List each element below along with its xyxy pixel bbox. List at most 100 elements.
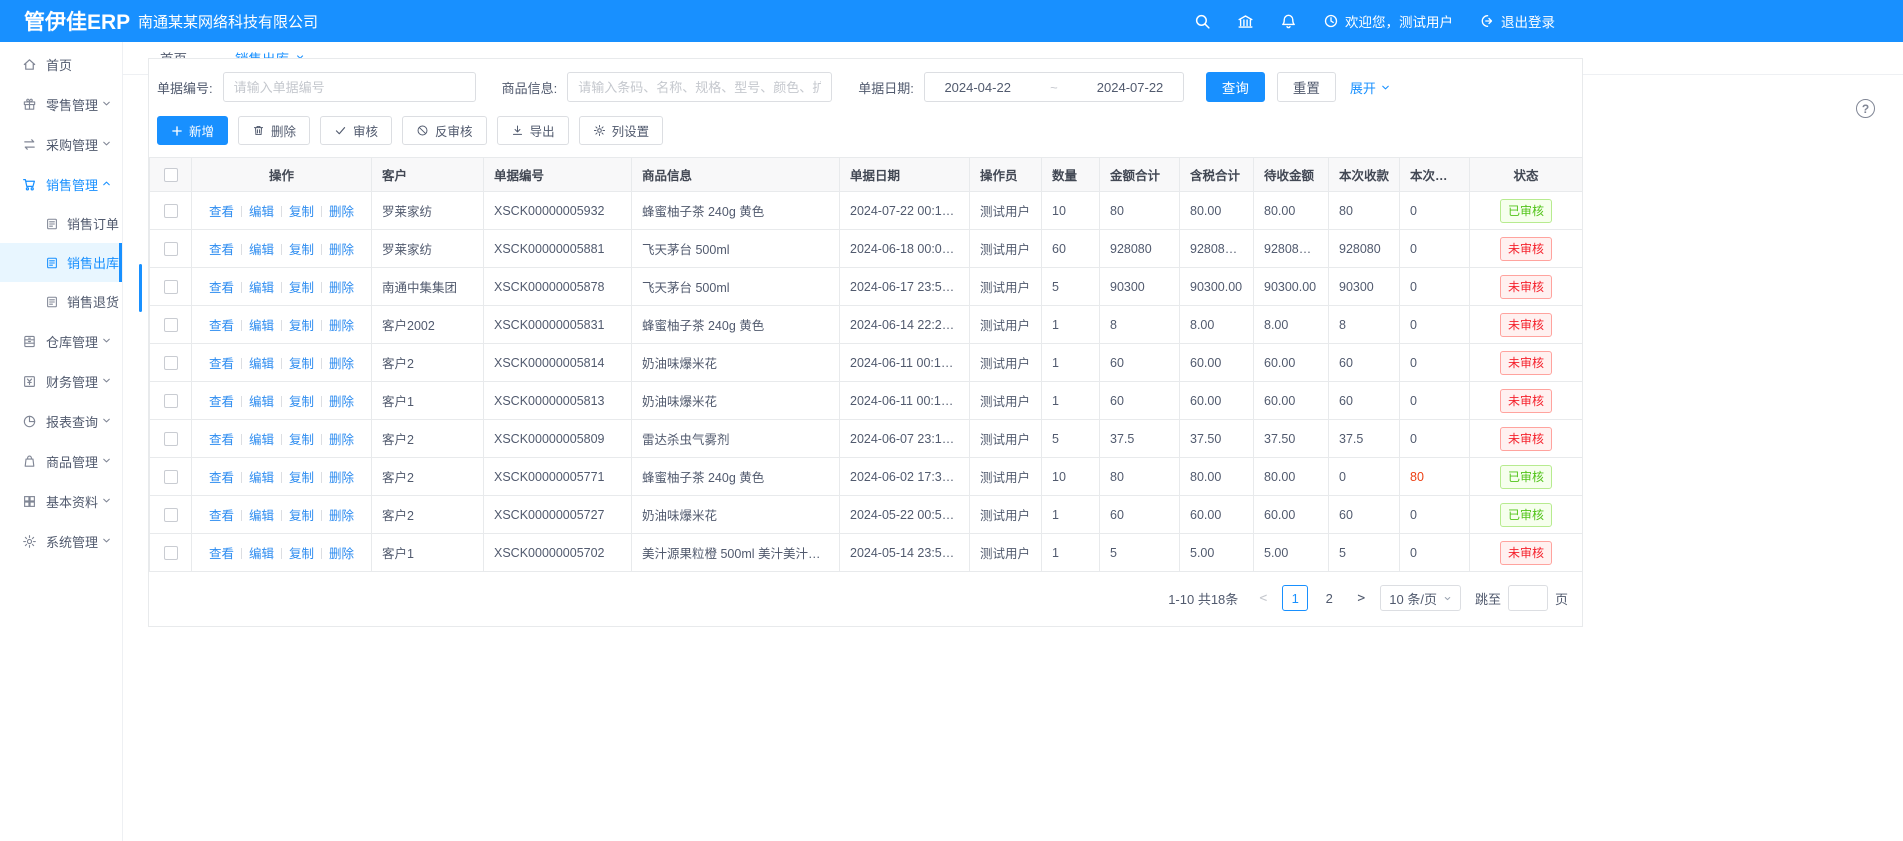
sidebar-item-sales-order[interactable]: 销售订单 [0, 204, 122, 243]
row-action-view[interactable]: 查看 [209, 395, 234, 409]
add-button[interactable]: 新增 [157, 116, 228, 145]
row-action-copy[interactable]: 复制 [289, 471, 314, 485]
row-action-copy[interactable]: 复制 [289, 395, 314, 409]
row-checkbox[interactable] [164, 356, 178, 370]
col-header: 状态 [1470, 158, 1583, 192]
date-range-picker[interactable]: 2024-04-22 ~ 2024-07-22 [924, 72, 1184, 102]
row-action-view[interactable]: 查看 [209, 281, 234, 295]
page-number-1[interactable]: 1 [1282, 585, 1308, 611]
col-header: 本次收款 [1329, 158, 1400, 192]
row-action-view[interactable]: 查看 [209, 509, 234, 523]
row-action-delete[interactable]: 删除 [329, 547, 354, 561]
sidebar-item-reports[interactable]: 报表查询 [0, 401, 122, 441]
row-checkbox[interactable] [164, 242, 178, 256]
chevron-down-icon [101, 374, 112, 389]
search-button[interactable]: 查询 [1206, 72, 1265, 102]
chevron-down-icon [101, 454, 112, 469]
row-action-edit[interactable]: 编辑 [249, 547, 274, 561]
row-action-edit[interactable]: 编辑 [249, 395, 274, 409]
row-action-edit[interactable]: 编辑 [249, 243, 274, 257]
date-end-value[interactable]: 2024-07-22 [1097, 80, 1164, 95]
sidebar-item-retail[interactable]: 零售管理 [0, 84, 122, 124]
row-action-edit[interactable]: 编辑 [249, 319, 274, 333]
row-action-delete[interactable]: 删除 [329, 281, 354, 295]
row-action-copy[interactable]: 复制 [289, 281, 314, 295]
row-action-copy[interactable]: 复制 [289, 243, 314, 257]
row-action-copy[interactable]: 复制 [289, 509, 314, 523]
row-checkbox[interactable] [164, 470, 178, 484]
row-action-edit[interactable]: 编辑 [249, 433, 274, 447]
row-action-copy[interactable]: 复制 [289, 547, 314, 561]
sidebar-item-warehouse[interactable]: 仓库管理 [0, 321, 122, 361]
row-action-edit[interactable]: 编辑 [249, 281, 274, 295]
row-action-edit[interactable]: 编辑 [249, 357, 274, 371]
row-action-edit[interactable]: 编辑 [249, 471, 274, 485]
logout-button[interactable]: 退出登录 [1479, 11, 1555, 31]
jump-page-input[interactable] [1508, 585, 1548, 611]
row-action-delete[interactable]: 删除 [329, 357, 354, 371]
row-action-copy[interactable]: 复制 [289, 319, 314, 333]
select-all-checkbox[interactable] [164, 168, 178, 182]
unaudit-button[interactable]: 反审核 [402, 116, 487, 145]
row-checkbox[interactable] [164, 280, 178, 294]
row-checkbox[interactable] [164, 318, 178, 332]
audit-button[interactable]: 审核 [320, 116, 392, 145]
row-action-delete[interactable]: 删除 [329, 433, 354, 447]
sidebar-item-sales-outbound[interactable]: 销售出库 [0, 243, 122, 282]
row-action-view[interactable]: 查看 [209, 433, 234, 447]
sidebar-item-sales-return[interactable]: 销售退货 [0, 282, 122, 321]
cell-product: 奶油味爆米花 [632, 496, 840, 534]
welcome-user[interactable]: 欢迎您，测试用户 [1323, 11, 1453, 31]
row-action-edit[interactable]: 编辑 [249, 205, 274, 219]
row-checkbox[interactable] [164, 204, 178, 218]
row-action-view[interactable]: 查看 [209, 319, 234, 333]
date-start-value[interactable]: 2024-04-22 [944, 80, 1011, 95]
page-number-2[interactable]: 2 [1316, 585, 1342, 611]
sidebar-item-system[interactable]: 系统管理 [0, 521, 122, 561]
sidebar-item-sales[interactable]: 销售管理 [0, 164, 122, 204]
export-button[interactable]: 导出 [497, 116, 569, 145]
row-action-delete[interactable]: 删除 [329, 319, 354, 333]
row-action-copy[interactable]: 复制 [289, 205, 314, 219]
row-action-copy[interactable]: 复制 [289, 433, 314, 447]
sidebar-item-home[interactable]: 首页 [0, 44, 122, 84]
row-action-copy[interactable]: 复制 [289, 357, 314, 371]
row-action-delete[interactable]: 删除 [329, 205, 354, 219]
doc-no-input[interactable] [223, 72, 476, 102]
row-action-delete[interactable]: 删除 [329, 243, 354, 257]
row-action-view[interactable]: 查看 [209, 357, 234, 371]
content-scrollbar-thumb[interactable] [139, 264, 142, 312]
next-page-button[interactable]: > [1350, 591, 1372, 606]
sidebar-item-basic-data[interactable]: 基本资料 [0, 481, 122, 521]
row-action-delete[interactable]: 删除 [329, 509, 354, 523]
prev-page-button[interactable]: < [1252, 591, 1274, 606]
row-checkbox[interactable] [164, 508, 178, 522]
cell-customer: 罗莱家纺 [372, 192, 484, 230]
product-info-input[interactable] [567, 72, 832, 102]
status-badge: 已审核 [1500, 199, 1552, 223]
row-checkbox[interactable] [164, 432, 178, 446]
row-action-edit[interactable]: 编辑 [249, 509, 274, 523]
sidebar-item-goods[interactable]: 商品管理 [0, 441, 122, 481]
sidebar-item-finance[interactable]: 财务管理 [0, 361, 122, 401]
column-settings-button[interactable]: 列设置 [579, 116, 664, 145]
row-checkbox[interactable] [164, 546, 178, 560]
delete-button[interactable]: 删除 [238, 116, 310, 145]
help-icon[interactable]: ? [1856, 99, 1875, 118]
page-size-select[interactable]: 10 条/页 [1380, 585, 1461, 611]
row-action-delete[interactable]: 删除 [329, 395, 354, 409]
search-icon[interactable] [1194, 13, 1211, 30]
sidebar-item-purchase[interactable]: 采购管理 [0, 124, 122, 164]
expand-label: 展开 [1350, 78, 1376, 97]
row-action-view[interactable]: 查看 [209, 547, 234, 561]
bell-icon[interactable] [1280, 13, 1297, 30]
reset-button[interactable]: 重置 [1277, 72, 1336, 102]
bank-icon[interactable] [1237, 13, 1254, 30]
row-action-delete[interactable]: 删除 [329, 471, 354, 485]
row-action-view[interactable]: 查看 [209, 471, 234, 485]
sidebar-item-label: 首页 [46, 55, 122, 74]
row-action-view[interactable]: 查看 [209, 205, 234, 219]
row-action-view[interactable]: 查看 [209, 243, 234, 257]
row-checkbox[interactable] [164, 394, 178, 408]
expand-link[interactable]: 展开 [1350, 78, 1391, 97]
